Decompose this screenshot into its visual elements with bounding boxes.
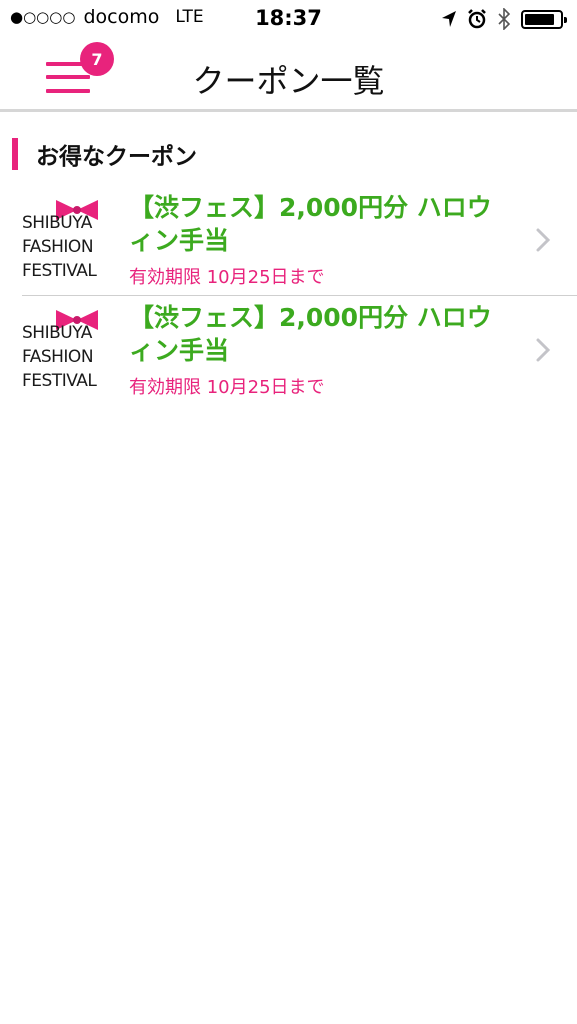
coupon-list-item[interactable]: SHIBUYA FASHION FESTIVAL 【渋フェス】2,000円分 ハ… [0, 185, 577, 296]
logo-line: FASHION [22, 237, 94, 257]
coupon-title: 【渋フェス】2,000円分 ハロウィン手当 [129, 193, 492, 255]
logo-line: FESTIVAL [22, 261, 97, 281]
coupon-expiry: 有効期限 10月25日まで [129, 267, 325, 288]
logo-line: SHIBUYA [22, 213, 92, 233]
alarm-icon [468, 9, 486, 29]
logo-line: FESTIVAL [22, 371, 97, 391]
section-title: お得なクーポン [36, 144, 197, 170]
coupon-list-item[interactable]: SHIBUYA FASHION FESTIVAL 【渋フェス】2,000円分 ハ… [0, 295, 577, 405]
page-title: クーポン一覧 [192, 62, 385, 100]
status-bar: ●○○○○ docomo LTE 18:37 [0, 0, 577, 40]
coupon-expiry: 有効期限 10月25日まで [129, 377, 325, 398]
section-header: お得なクーポン [12, 137, 197, 171]
shibuya-fashion-festival-logo: SHIBUYA FASHION FESTIVAL [22, 309, 104, 397]
navigation-bar: 7 クーポン一覧 [0, 40, 577, 112]
battery-icon [521, 9, 567, 29]
location-arrow-icon [442, 11, 456, 27]
coupon-list: SHIBUYA FASHION FESTIVAL 【渋フェス】2,000円分 ハ… [0, 185, 577, 405]
logo-line: SHIBUYA [22, 323, 92, 343]
status-right [441, 8, 567, 30]
chevron-right-icon [536, 338, 551, 362]
section-accent-bar [12, 138, 18, 170]
chevron-right-icon [536, 228, 551, 252]
battery-level-fill [525, 13, 554, 25]
coupon-title: 【渋フェス】2,000円分 ハロウィン手当 [129, 303, 492, 365]
shibuya-fashion-festival-logo: SHIBUYA FASHION FESTIVAL [22, 199, 104, 287]
logo-line: FASHION [22, 347, 94, 367]
bluetooth-icon [498, 8, 511, 30]
battery-tip [564, 16, 567, 23]
